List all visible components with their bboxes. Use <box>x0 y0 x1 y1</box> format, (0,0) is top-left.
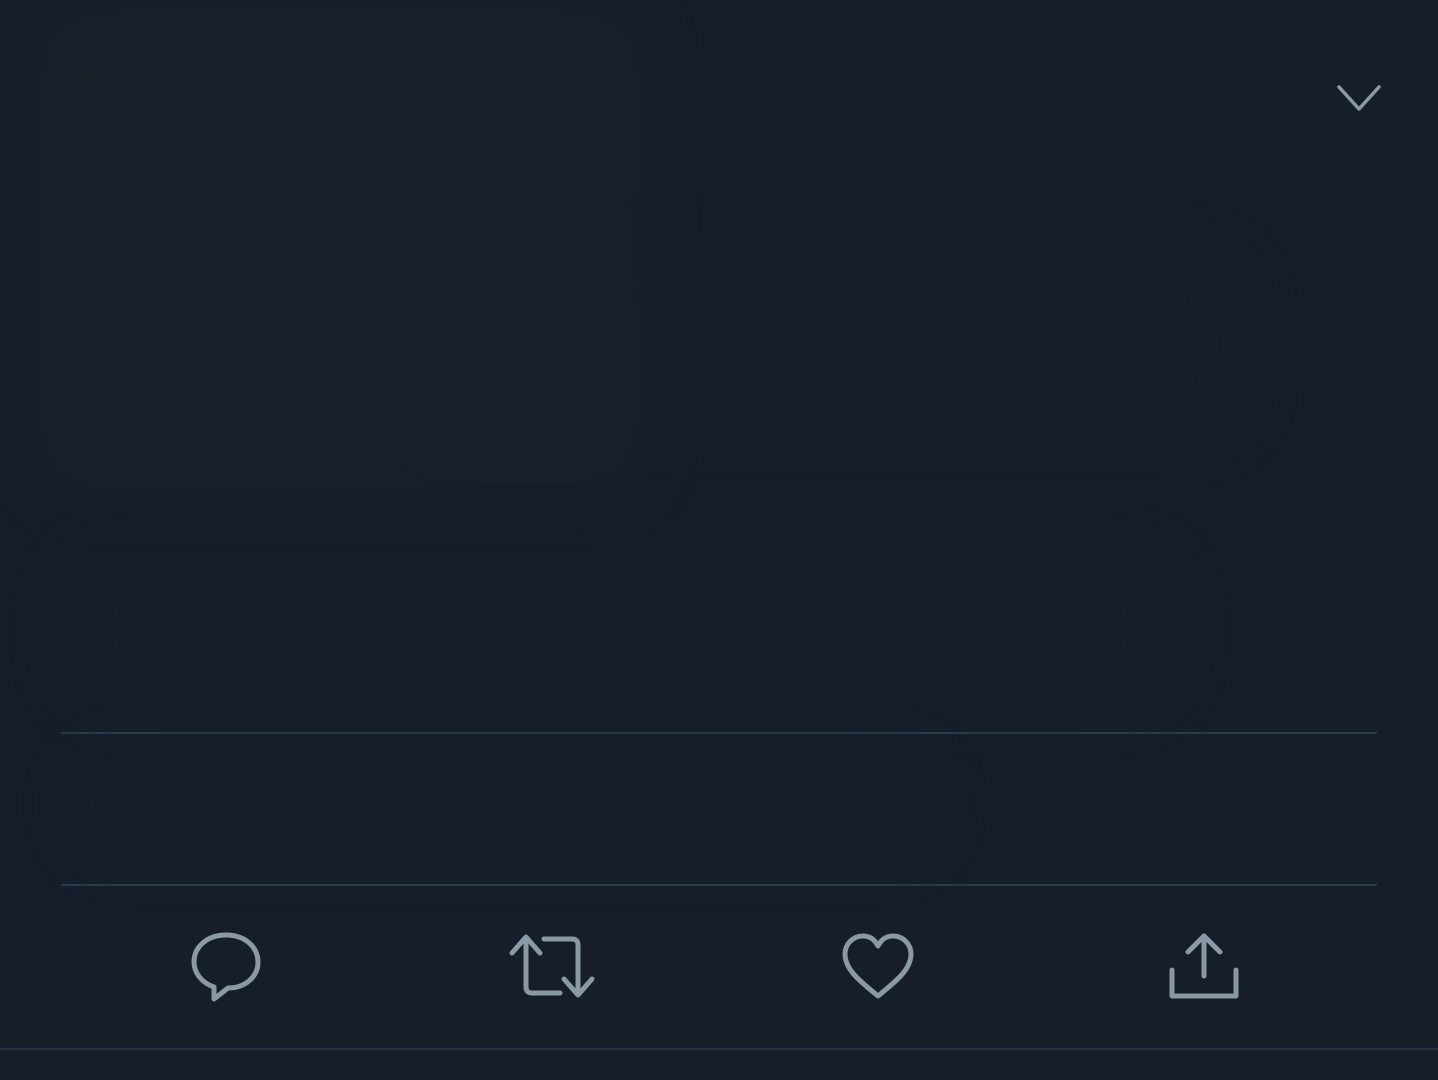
reply-button[interactable] <box>176 924 276 1012</box>
blurred-content-block <box>70 560 1170 700</box>
divider <box>61 732 1377 734</box>
share-icon <box>1167 930 1241 1007</box>
bottom-divider <box>0 1048 1438 1050</box>
divider <box>61 884 1377 886</box>
retweet-button[interactable] <box>502 924 602 1012</box>
share-button[interactable] <box>1154 924 1254 1012</box>
blurred-stats-row <box>80 760 930 850</box>
chevron-down-icon <box>1337 83 1381 118</box>
blurred-avatar-area <box>40 10 640 490</box>
like-button[interactable] <box>828 924 928 1012</box>
blurred-content-block <box>420 260 1240 430</box>
more-options-button[interactable] <box>1326 72 1392 128</box>
like-icon <box>841 932 915 1005</box>
retweet-icon <box>508 933 596 1004</box>
reply-icon <box>190 931 262 1006</box>
